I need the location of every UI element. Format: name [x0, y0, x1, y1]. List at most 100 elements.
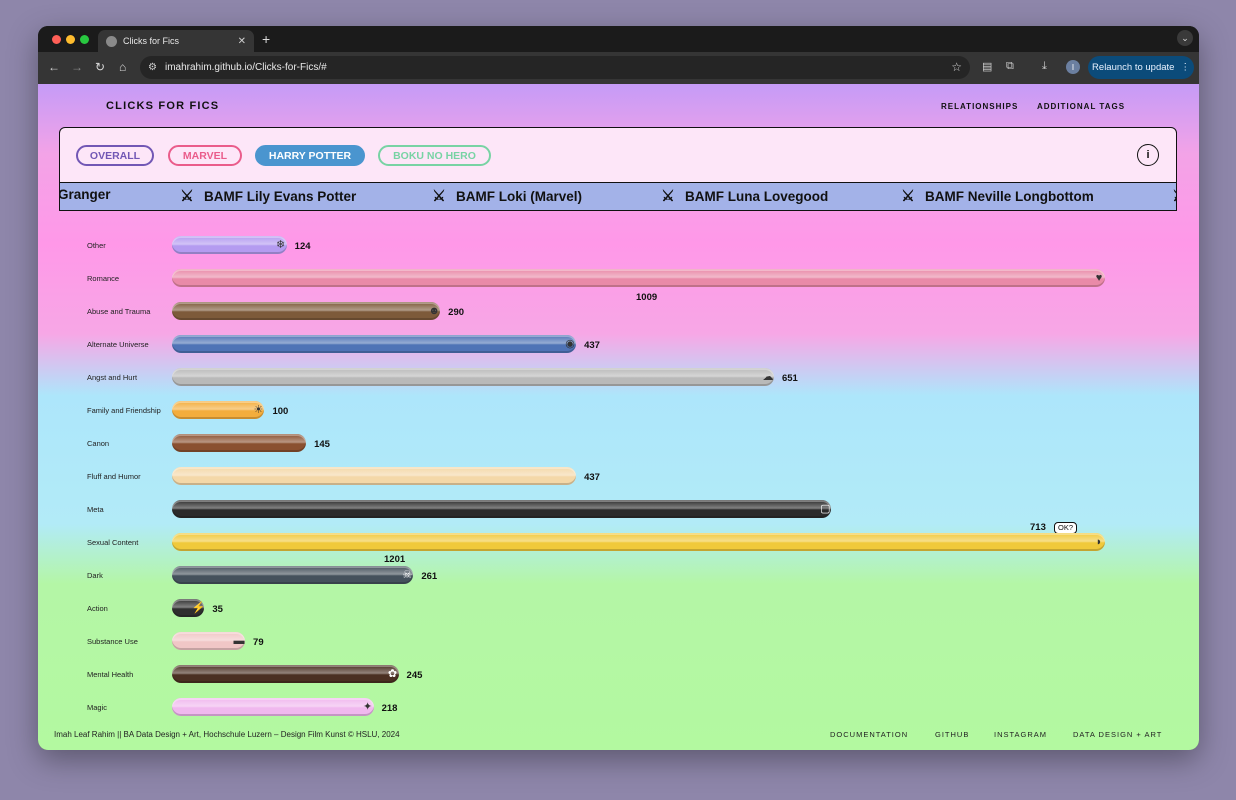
bar-value: 124 — [294, 241, 311, 252]
wand-icon: ✦ — [362, 701, 373, 713]
back-icon[interactable]: ← — [48, 60, 60, 74]
window-icon: ▢ — [820, 503, 831, 515]
bar-value: 651 — [781, 373, 798, 384]
minimize-window-button[interactable] — [66, 35, 75, 44]
footer-data-design-art-link[interactable]: DATA DESIGN + ART — [1073, 730, 1162, 739]
browser-window: Clicks for Fics ✕ + ⌄ ← → ↻ ⌂ ⚙ imahrahi… — [38, 26, 1199, 750]
bar-angst-and-hurt[interactable] — [172, 368, 774, 386]
bar-romance[interactable] — [172, 269, 1105, 287]
bar-value: 290 — [448, 307, 465, 318]
bar-abuse-and-trauma[interactable] — [172, 302, 441, 320]
extensions-icon[interactable]: ⧉ — [1006, 60, 1014, 73]
download-icon[interactable]: ⤓ — [1042, 60, 1047, 73]
bamf-icon: ⚔ — [432, 188, 446, 205]
tag-ticker: Granger ⚔ BAMF Lily Evans Potter ⚔ BAMF … — [59, 182, 1177, 211]
bar-label: Romance — [87, 274, 120, 283]
ticker-item: ⚔ BAMF Luna Lovegood — [655, 187, 828, 205]
bamf-icon: ⚔ — [180, 188, 194, 205]
bar-label: Other — [87, 241, 106, 250]
relaunch-label: Relaunch to update — [1092, 62, 1175, 73]
site-info-icon[interactable]: ⚙ — [148, 62, 157, 73]
browser-toolbar: ← → ↻ ⌂ ⚙ imahrahim.github.io/Clicks-for… — [38, 52, 1199, 84]
lightning-icon: ⚡ — [191, 602, 206, 614]
footer-instagram-link[interactable]: INSTAGRAM — [994, 730, 1047, 739]
heart-icon: ♥ — [1095, 272, 1103, 284]
crystal-icon: ❄ — [276, 239, 286, 251]
ticker-label: Granger — [59, 187, 111, 202]
home-icon[interactable]: ⌂ — [119, 60, 126, 74]
bar-fluff-and-humor[interactable] — [172, 467, 577, 485]
bar-label: Alternate Universe — [87, 340, 149, 349]
footer-documentation-link[interactable]: DOCUMENTATION — [830, 730, 908, 739]
filter-boku-no-hero-button[interactable]: BOKU NO HERO — [378, 145, 491, 166]
site-logo[interactable]: CLICKS FOR FICS — [106, 100, 219, 112]
bamf-icon: ⚔ — [661, 188, 675, 205]
bar-meta[interactable] — [172, 500, 832, 518]
forward-icon[interactable]: → — [71, 60, 83, 74]
ticker-item: ⚔ BAMF Loki (Marvel) — [426, 187, 582, 205]
butterfly-icon: ✿ — [387, 668, 398, 680]
nav-relationships[interactable]: RELATIONSHIPS — [941, 102, 1018, 111]
bar-label: Angst and Hurt — [87, 373, 138, 382]
ticker-label: BAMF Loki (Marvel) — [456, 188, 583, 204]
bar-label: Mental Health — [87, 670, 134, 679]
bar-value: 437 — [584, 472, 600, 483]
bar-value: 145 — [314, 439, 330, 450]
reload-icon[interactable]: ↻ — [95, 60, 105, 74]
bar-value: 100 — [272, 406, 289, 417]
bar-label: Abuse and Trauma — [87, 307, 151, 316]
url-text: imahrahim.github.io/Clicks-for-Fics/# — [164, 62, 327, 73]
bar-alternate-universe[interactable] — [172, 335, 577, 353]
maximize-window-button[interactable] — [80, 35, 89, 44]
info-button[interactable]: i — [1137, 144, 1159, 166]
bar-label: Action — [87, 604, 108, 613]
bar-mental-health[interactable] — [172, 665, 399, 683]
tab-title: Clicks for Fics — [123, 36, 179, 46]
footer-credit: Imah Leaf Rahim || BA Data Design + Art,… — [54, 730, 400, 739]
footer-github-link[interactable]: GITHUB — [935, 730, 969, 739]
nav-additional-tags[interactable]: ADDITIONAL TAGS — [1037, 102, 1125, 111]
filter-harry-potter-button[interactable]: HARRY POTTER — [255, 145, 365, 166]
ticker-label: BAMF Neville Longbottom — [925, 188, 1094, 204]
more-menu-icon: ⋮ — [1180, 62, 1190, 73]
bar-value: 245 — [406, 670, 423, 681]
chevron-down-icon[interactable]: ⌄ — [1177, 30, 1193, 46]
profile-avatar[interactable]: I — [1066, 60, 1080, 74]
filter-overall-button[interactable]: OVERALL — [76, 145, 154, 166]
bar-dark[interactable] — [172, 566, 414, 584]
bar-value: 437 — [584, 340, 600, 351]
bar-label: Canon — [87, 439, 110, 448]
bar-value: 1201 — [384, 554, 406, 565]
ticker-item: Granger — [59, 187, 111, 202]
globe-icon — [106, 35, 117, 47]
bar-label: Fluff and Humor — [87, 472, 141, 481]
address-bar[interactable]: ⚙ imahrahim.github.io/Clicks-for-Fics/# … — [140, 56, 970, 79]
bar-magic[interactable] — [172, 698, 374, 716]
bookmark-star-icon[interactable]: ☆ — [951, 60, 962, 74]
bar-canon[interactable] — [172, 434, 307, 452]
bamf-icon: ⚔ — [1166, 187, 1176, 205]
reading-list-icon[interactable]: ▤ — [982, 60, 992, 73]
ticker-label: BAMF Lily Evans Potter — [204, 188, 357, 204]
bar-sexual-content[interactable] — [172, 533, 1105, 551]
cloud-icon: ☁ — [762, 371, 774, 383]
close-icon[interactable]: ✕ — [238, 36, 246, 47]
relaunch-button[interactable]: Relaunch to update ⋮ — [1088, 56, 1194, 79]
ticker-label: BAMF Luna Lovegood — [685, 188, 829, 204]
bar-value: 261 — [421, 571, 438, 582]
bar-value: 218 — [381, 703, 398, 714]
bar-label: Sexual Content — [87, 538, 139, 547]
bar-label: Family and Friendship — [87, 406, 161, 415]
globe-icon: ◉ — [565, 338, 575, 350]
bar-value: 713 — [1030, 522, 1046, 533]
ticker-item: ⚔ BAMF Lily Evans Potter — [174, 187, 356, 205]
new-tab-icon[interactable]: + — [262, 31, 270, 47]
close-window-button[interactable] — [52, 35, 61, 44]
filter-marvel-button[interactable]: MARVEL — [168, 145, 242, 166]
browser-tab[interactable]: Clicks for Fics ✕ — [98, 30, 254, 52]
sun-icon: ☀ — [253, 404, 264, 416]
page-content: CLICKS FOR FICS RELATIONSHIPS ADDITIONAL… — [38, 84, 1199, 750]
ticker-item: ⚔ BAMF Neville Longbottom — [895, 187, 1094, 205]
head-icon: ☻ — [428, 305, 440, 317]
bar-other[interactable] — [172, 236, 287, 254]
